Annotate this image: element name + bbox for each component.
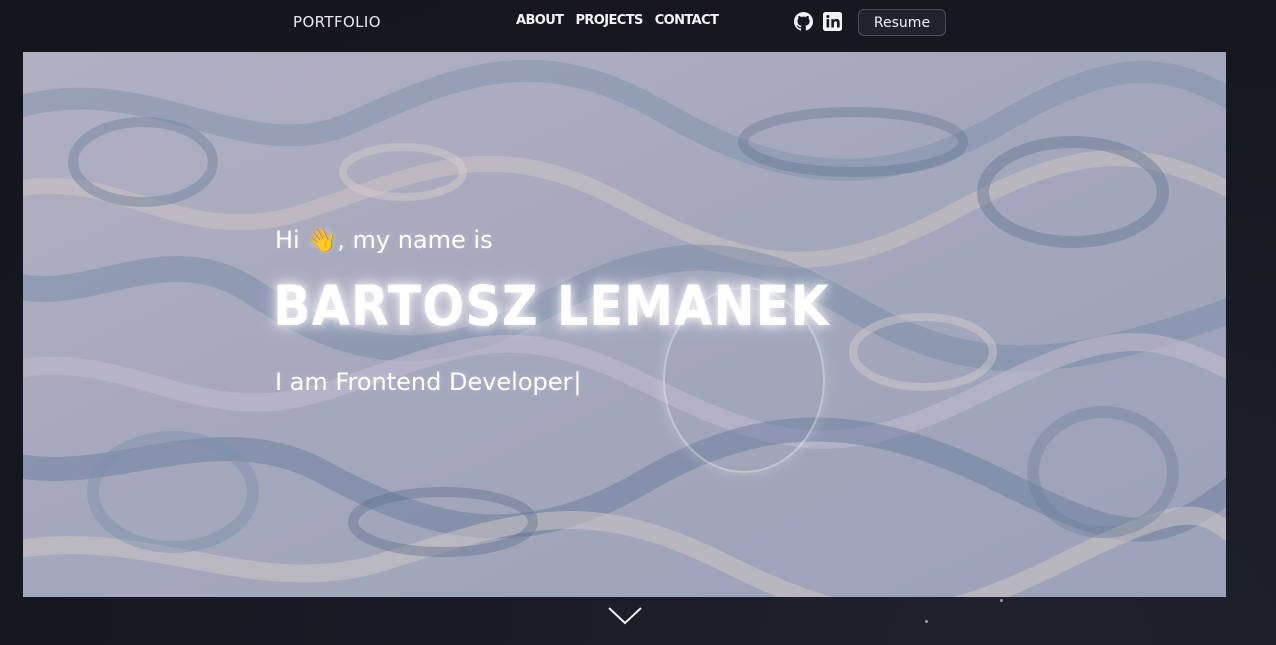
hero-section: Hi 👋, my name is BARTOSZ LEMANEK I am Fr…	[23, 52, 1226, 597]
hero-role: I am Frontend Developer|	[275, 368, 582, 396]
brand-link[interactable]: PORTFOLIO	[293, 13, 381, 31]
github-icon[interactable]	[794, 12, 813, 31]
hero-greeting: Hi 👋, my name is	[275, 226, 493, 254]
linkedin-icon[interactable]	[823, 12, 842, 31]
typing-cursor: |	[573, 368, 582, 396]
portfolio-page: PORTFOLIO ABOUT PROJECTS CONTACT Resume …	[0, 0, 1276, 645]
greeting-prefix: Hi	[275, 226, 308, 254]
greeting-suffix: , my name is	[337, 226, 493, 254]
top-navigation: PORTFOLIO ABOUT PROJECTS CONTACT Resume	[0, 0, 1276, 48]
waving-hand-icon: 👋	[307, 226, 338, 254]
hero-name: BARTOSZ LEMANEK	[273, 274, 830, 338]
nav-links: ABOUT PROJECTS CONTACT	[516, 13, 719, 28]
nav-link-projects[interactable]: PROJECTS	[575, 13, 643, 28]
resume-button[interactable]: Resume	[858, 9, 946, 36]
social-links	[794, 12, 842, 31]
nav-link-contact[interactable]: CONTACT	[655, 13, 719, 28]
role-text: I am Frontend Developer	[275, 368, 573, 396]
scroll-down-chevron-icon[interactable]	[607, 605, 643, 627]
star-decoration	[1000, 599, 1003, 602]
nav-link-about[interactable]: ABOUT	[516, 13, 564, 28]
star-decoration	[925, 620, 928, 623]
